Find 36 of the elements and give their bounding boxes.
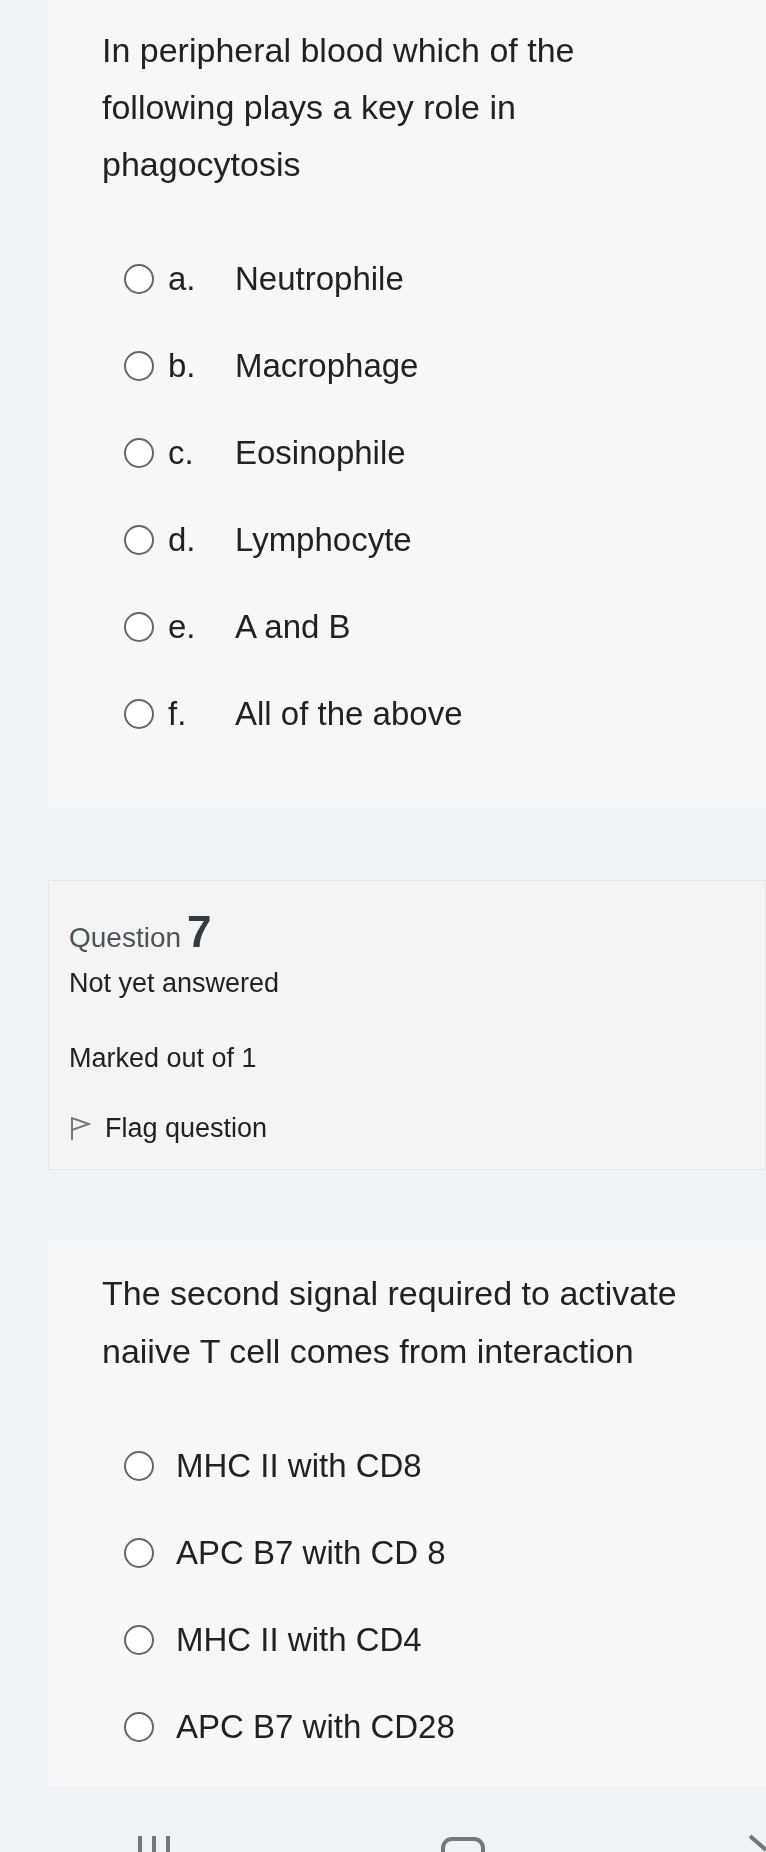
option-letter: a. (168, 258, 197, 299)
radio-button[interactable] (124, 263, 154, 294)
option-label[interactable]: Macrophage (235, 340, 419, 391)
option-label[interactable]: APC B7 with CD 8 (176, 1527, 446, 1578)
radio-button[interactable] (124, 524, 154, 555)
flag-question-link[interactable]: Flag question (69, 1108, 268, 1149)
question-number: 7 (187, 906, 212, 958)
option-label[interactable]: Lymphocyte (235, 514, 412, 565)
question-text: The second signal required to activate naiive T cell comes from interaction (102, 1273, 678, 1372)
radio-button[interactable] (124, 350, 154, 381)
radio-button[interactable] (124, 611, 154, 642)
home-icon[interactable] (440, 1836, 486, 1852)
option-label[interactable]: Eosinophile (235, 427, 406, 478)
radio-button[interactable] (124, 698, 154, 729)
option-letter: f. (168, 693, 188, 734)
back-icon[interactable] (748, 1834, 766, 1852)
flag-icon (69, 1115, 91, 1142)
question-text: In peripheral blood which of the following plays a key role in phagocytosis (102, 30, 576, 185)
option-letter: b. (168, 345, 197, 386)
option-label[interactable]: All of the above (235, 688, 463, 739)
radio-button[interactable] (124, 1711, 154, 1742)
radio-button[interactable] (124, 437, 154, 468)
option-label[interactable]: APC B7 with CD28 (176, 1701, 455, 1752)
radio-button[interactable] (124, 1450, 154, 1481)
radio-button[interactable] (124, 1624, 154, 1655)
answer-status: Not yet answered (69, 967, 281, 1000)
option-label[interactable]: Neutrophile (235, 253, 404, 304)
option-letter: d. (168, 519, 197, 560)
option-letter: e. (168, 606, 197, 647)
marks-text: Marked out of 1 (69, 1041, 258, 1075)
option-label[interactable]: MHC II with CD8 (176, 1440, 422, 1491)
option-label[interactable]: A and B (235, 601, 351, 652)
option-label[interactable]: MHC II with CD4 (176, 1614, 422, 1665)
radio-button[interactable] (124, 1537, 154, 1568)
option-letter: c. (168, 432, 195, 473)
question-label: Question (69, 921, 182, 955)
